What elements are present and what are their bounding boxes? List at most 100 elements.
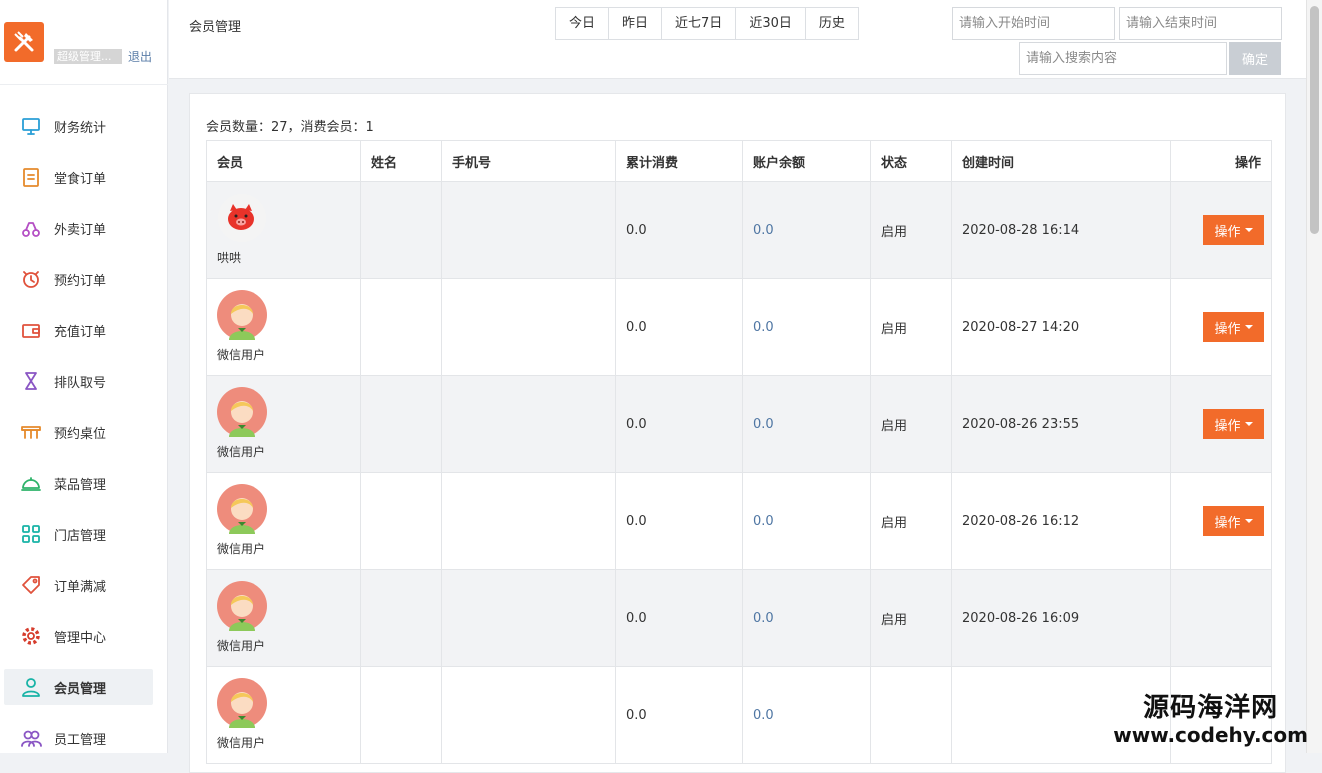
- row-action-button[interactable]: 操作: [1203, 312, 1264, 342]
- monitor-icon: [20, 115, 42, 137]
- sidebar-item-3[interactable]: 预约订单: [4, 261, 153, 297]
- fork-knife-icon[interactable]: [4, 22, 44, 62]
- row-action-label: 操作: [1214, 321, 1241, 337]
- column-header-total: 累计消费: [615, 140, 743, 182]
- created-time-cell: 2020-08-26 16:09: [951, 569, 1171, 667]
- column-header-phone: 手机号: [441, 140, 616, 182]
- member-cell: 微信用户: [206, 278, 361, 376]
- sidebar-item-8[interactable]: 门店管理: [4, 516, 153, 552]
- sidebar-item-label: 门店管理: [54, 528, 107, 544]
- row-action-button[interactable]: 操作: [1203, 506, 1264, 536]
- scrollbar[interactable]: [1306, 0, 1322, 753]
- total-spend-cell: 0.0: [615, 375, 743, 473]
- sidebar-item-label: 财务统计: [54, 120, 107, 136]
- wechat-user-avatar-icon: [217, 581, 267, 631]
- total-spend-cell: 0.0: [615, 569, 743, 667]
- created-time-cell: 2020-08-26 16:12: [951, 472, 1171, 570]
- status-cell: 启用: [870, 472, 952, 570]
- end-time-input[interactable]: [1119, 7, 1282, 40]
- wechat-user-avatar-icon: [217, 678, 267, 728]
- sidebar-item-12[interactable]: 员工管理: [4, 720, 153, 756]
- column-header-name: 姓名: [360, 140, 442, 182]
- caret-down-icon: [1244, 422, 1253, 426]
- row-action-button[interactable]: 操作: [1203, 409, 1264, 439]
- table-row: 微信用户 0.0 0.0 启用 2020-08-26 23:55 操作: [206, 375, 1272, 473]
- row-action-button[interactable]: 操作: [1203, 215, 1264, 245]
- phone-cell: [441, 181, 616, 279]
- action-cell: 操作: [1170, 472, 1272, 570]
- wallet-icon: [20, 319, 42, 341]
- sidebar-item-label: 会员管理: [54, 681, 107, 697]
- table-row: 哄哄 0.0 0.0 启用 2020-08-28 16:14 操作: [206, 181, 1272, 279]
- table-header-row: 会员 姓名 手机号 累计消费 账户余额 状态 创建时间 操作: [206, 140, 1272, 182]
- sidebar-item-2[interactable]: 外卖订单: [4, 210, 153, 246]
- grid-icon: [20, 523, 42, 545]
- page-title: 会员管理: [189, 20, 242, 35]
- start-time-input[interactable]: [952, 7, 1115, 40]
- table-row: 微信用户 0.0 0.0 启用 2020-08-27 14:20 操作: [206, 278, 1272, 376]
- action-cell: [1170, 569, 1272, 667]
- member-table: 会员 姓名 手机号 累计消费 账户余额 状态 创建时间 操作 哄哄 0.0 0.0 启…: [206, 140, 1272, 764]
- column-header-created: 创建时间: [951, 140, 1171, 182]
- range-history-button[interactable]: 历史: [805, 8, 858, 39]
- sidebar-item-10[interactable]: 管理中心: [4, 618, 153, 654]
- wechat-user-avatar-icon: [217, 387, 267, 437]
- sidebar-item-7[interactable]: 菜品管理: [4, 465, 153, 501]
- range-yesterday-button[interactable]: 昨日: [609, 8, 663, 39]
- sidebar-item-label: 预约桌位: [54, 426, 107, 442]
- sidebar-item-label: 堂食订单: [54, 171, 107, 187]
- name-cell: [360, 375, 442, 473]
- date-range-group: 今日 昨日 近七7日 近30日 历史: [555, 7, 859, 40]
- total-spend-cell: 0.0: [615, 181, 743, 279]
- member-name: 微信用户: [217, 348, 266, 362]
- phone-cell: [441, 472, 616, 570]
- name-cell: [360, 472, 442, 570]
- sidebar-item-1[interactable]: 堂食订单: [4, 159, 153, 195]
- status-cell: 启用: [870, 181, 952, 279]
- sidebar-item-0[interactable]: 财务统计: [4, 108, 153, 144]
- balance-cell: 0.0: [742, 569, 871, 667]
- balance-cell: 0.0: [742, 472, 871, 570]
- row-action-label: 操作: [1214, 418, 1241, 434]
- pig-avatar-icon: [217, 193, 267, 243]
- search-input[interactable]: [1019, 42, 1227, 75]
- wechat-user-avatar-icon: [217, 290, 267, 340]
- user-icon: [20, 676, 42, 698]
- scooter-icon: [20, 217, 42, 239]
- total-spend-cell: 0.0: [615, 472, 743, 570]
- scrollbar-thumb[interactable]: [1310, 6, 1319, 234]
- range-today-button[interactable]: 今日: [556, 8, 610, 39]
- sidebar-item-11[interactable]: 会员管理: [4, 669, 153, 705]
- member-cell: 微信用户: [206, 666, 361, 764]
- logout-link[interactable]: 退出: [128, 49, 152, 65]
- member-panel: 会员数量：27，消费会员：1 会员 姓名 手机号 累计消费 账户余额 状态 创建…: [189, 93, 1286, 773]
- hourglass-icon: [20, 370, 42, 392]
- name-cell: [360, 666, 442, 764]
- sidebar-item-6[interactable]: 预约桌位: [4, 414, 153, 450]
- created-time-cell: 2020-08-27 14:20: [951, 278, 1171, 376]
- created-time-cell: 2020-08-28 16:14: [951, 181, 1171, 279]
- member-table-body: 哄哄 0.0 0.0 启用 2020-08-28 16:14 操作 微信用户 0.0 0.0 启用…: [206, 181, 1272, 764]
- users-icon: [20, 727, 42, 749]
- sidebar-item-4[interactable]: 充值订单: [4, 312, 153, 348]
- sidebar-item-label: 排队取号: [54, 375, 107, 391]
- sidebar-item-label: 管理中心: [54, 630, 107, 646]
- status-cell: 启用: [870, 569, 952, 667]
- phone-cell: [441, 666, 616, 764]
- balance-cell: 0.0: [742, 181, 871, 279]
- table-row: 微信用户 0.0 0.0 启用 2020-08-26 16:09: [206, 569, 1272, 667]
- range-7days-button[interactable]: 近七7日: [662, 8, 737, 39]
- member-cell: 微信用户: [206, 375, 361, 473]
- column-header-action: 操作: [1170, 140, 1272, 182]
- phone-cell: [441, 569, 616, 667]
- table-row: 微信用户 0.0 0.0 启用 2020-08-26 16:12 操作: [206, 472, 1272, 570]
- table-icon: [20, 421, 42, 443]
- watermark: 源码海洋网 www.codehy.com: [1113, 693, 1308, 747]
- member-name: 微信用户: [217, 542, 266, 556]
- sidebar-item-label: 预约订单: [54, 273, 107, 289]
- sidebar-item-5[interactable]: 排队取号: [4, 363, 153, 399]
- range-30days-button[interactable]: 近30日: [736, 8, 806, 39]
- sidebar-item-9[interactable]: 订单满减: [4, 567, 153, 603]
- confirm-button[interactable]: 确定: [1229, 42, 1281, 75]
- column-header-member: 会员: [206, 140, 361, 182]
